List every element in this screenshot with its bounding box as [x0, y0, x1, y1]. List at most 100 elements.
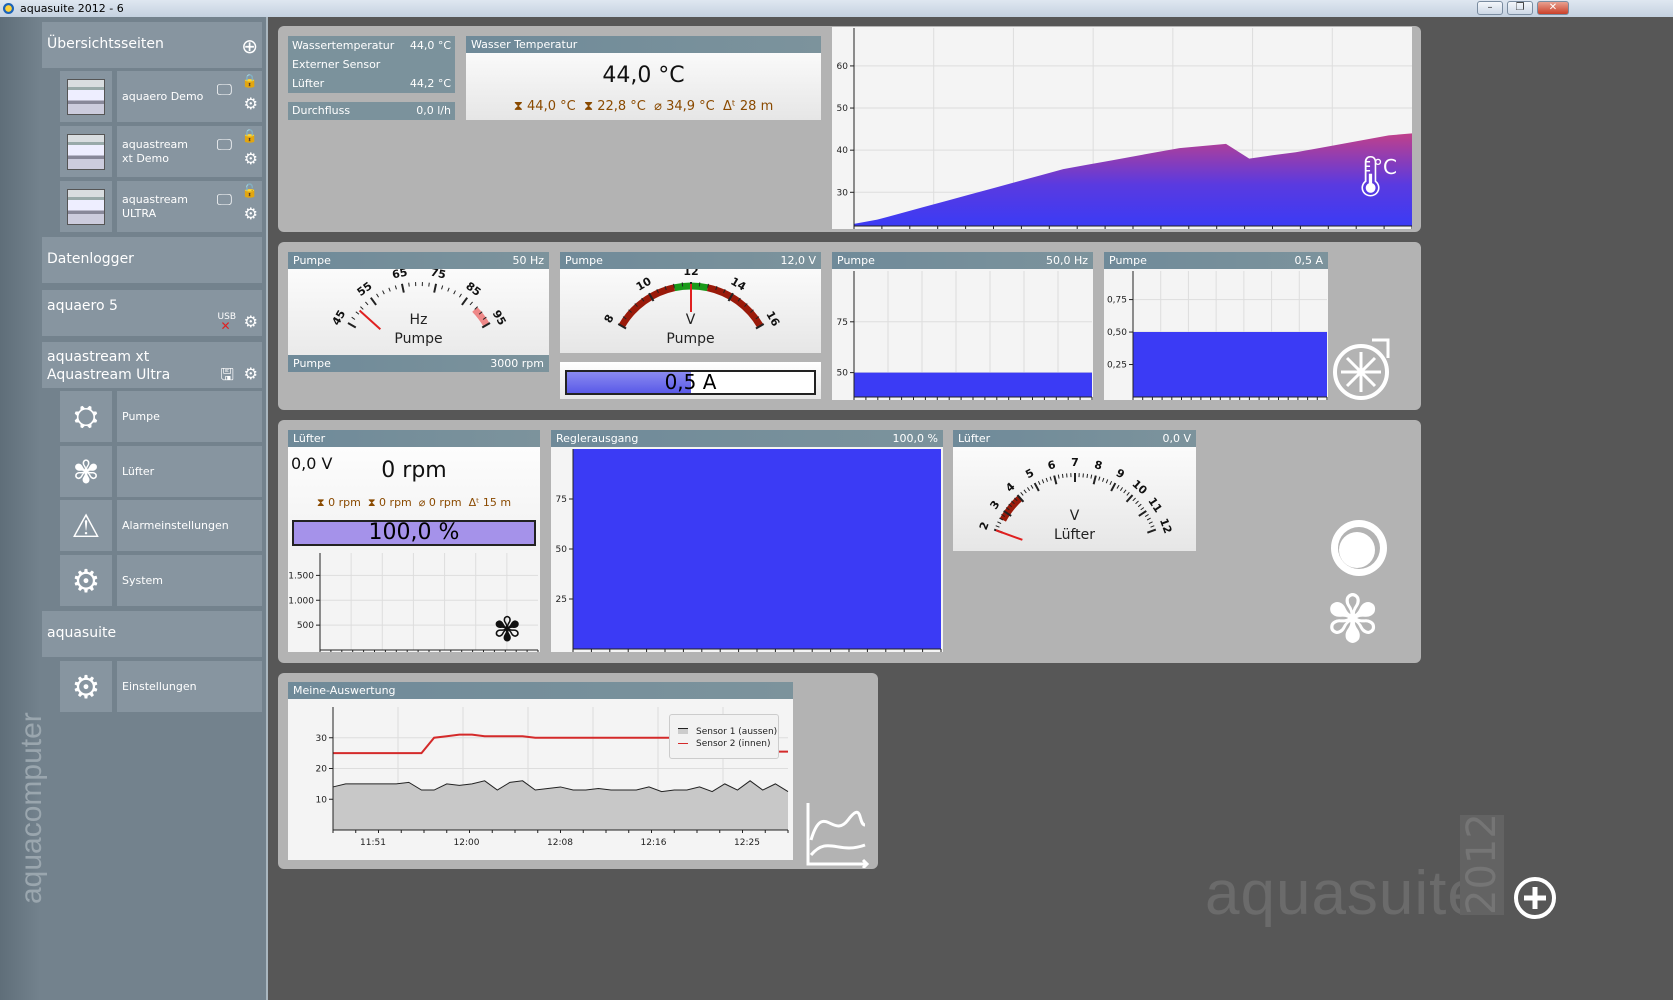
gear-icon[interactable]: ⚙: [244, 96, 258, 112]
controller-widget[interactable]: Reglerausgang 100,0 % 25 50 75: [551, 430, 943, 652]
x-tick-label: 12:00: [454, 838, 480, 848]
y-tick-label: 30: [316, 734, 328, 744]
sensor-row: Lüfter 44,2 °C: [292, 77, 451, 90]
flow-widget[interactable]: Durchfluss 0,0 l/h: [288, 102, 455, 120]
lock-icon[interactable]: 🔒: [242, 130, 258, 144]
gauge-tick: [1098, 476, 1101, 481]
add-button[interactable]: [1513, 876, 1557, 920]
gauge-tick: [447, 287, 450, 292]
section-label: aquastream xt Aquastream Ultra: [47, 349, 171, 383]
device-label: Lüfter: [117, 446, 262, 497]
sidebar-page-aquastream-xt-demo[interactable]: aquastream xt Demo 🖵 🔒 ⚙: [60, 126, 262, 177]
x-tick-label: 11:51: [360, 838, 386, 848]
series-area: [854, 372, 1092, 397]
water-temp-widget[interactable]: Wasser Temperatur 44,0 °C ⧗ 44,0 °C ⧗ 22…: [466, 36, 821, 120]
sensor-list[interactable]: Wassertemperatur 44,0 °C Externer Sensor …: [288, 36, 455, 93]
sensor-row: Externer Sensor: [292, 58, 381, 71]
y-tick-label: 75: [556, 495, 567, 505]
sidebar-device-fan[interactable]: ✾ Lüfter: [60, 446, 262, 497]
sidebar-page-aquaero-demo[interactable]: aquaero Demo 🖵 🔒 ⚙: [60, 71, 262, 122]
fan-voltage-gauge[interactable]: Lüfter 0,0 V 2 3 4 5 6 7 8 9 10 11 12 V Lüfter: [953, 430, 1196, 551]
thermometer-icon: 🌡︎ °C: [1345, 154, 1397, 200]
page-thumbnail: [67, 133, 105, 170]
gauge-tick-label: 4: [1003, 480, 1018, 495]
pump-voltage-gauge[interactable]: Pumpe 12,0 V 8 10 12 14 16 V Pumpe: [560, 252, 821, 353]
flow-value: 0,0 l/h: [416, 104, 451, 117]
gauge-tick: [469, 301, 473, 306]
water-temp-chart[interactable]: 30 40 50 60: [832, 27, 1412, 229]
unlock-icon[interactable]: 🔓: [242, 185, 258, 199]
section-label: aquaero 5: [47, 298, 118, 314]
gauge-tick: [1061, 473, 1064, 478]
close-button[interactable]: ✕: [1537, 1, 1569, 15]
gauge-tick: [1102, 477, 1105, 482]
y-tick-label: 500: [297, 621, 314, 631]
chart-legend: Sensor 1 (aussen) Sensor 2 (innen): [669, 714, 779, 759]
sidebar: Übersichtsseiten ⊕ aquaero Demo 🖵 🔒 ⚙ aquas…: [0, 17, 268, 1000]
sidebar-section-aquasuite[interactable]: aquasuite: [42, 611, 262, 657]
gauge-tick: [400, 283, 405, 293]
gauge-tick-label: 9: [1114, 466, 1127, 481]
sidebar-section-aquastream[interactable]: aquastream xt Aquastream Ultra 🖫 ⚙: [42, 342, 262, 388]
gauge-tick: [453, 290, 456, 295]
save-icon[interactable]: 🖫: [220, 364, 234, 391]
fan-stats: ⧗ 0 rpm ⧗ 0 rpm ⌀ 0 rpm Δᵗ 15 m: [316, 496, 512, 509]
gauge-tick-label: 65: [391, 269, 409, 281]
gauge-unit: V: [1069, 508, 1080, 524]
fan-widget[interactable]: Lüfter 0,0 V 0 rpm ⧗ 0 rpm ⧗ 0 rpm ⌀ 0 r…: [288, 430, 540, 652]
gauge-tick: [1023, 489, 1027, 494]
sidebar-section-overview[interactable]: Übersichtsseiten ⊕: [42, 22, 262, 68]
y-tick-label: 0,25: [1107, 361, 1127, 371]
lock-icon[interactable]: 🔒: [242, 75, 258, 89]
pump-hz-chart-widget[interactable]: Pumpe 50,0 Hz 50 75: [832, 252, 1093, 400]
fan-icon: ✾: [493, 610, 522, 650]
gear-icon[interactable]: ⚙: [244, 312, 258, 331]
section-label: aquasuite: [47, 625, 117, 641]
pump-a-chart-widget[interactable]: Pumpe 0,5 A 0,25 0,50 0,75: [1104, 252, 1328, 400]
y-tick-label: 50: [837, 369, 849, 379]
y-tick-label: 40: [837, 146, 849, 156]
gear-icon[interactable]: ⚙: [244, 206, 258, 222]
sidebar-device-system[interactable]: ⚙ System: [60, 555, 262, 606]
gear-icon[interactable]: ⚙: [244, 151, 258, 167]
sidebar-section-aquaero5[interactable]: aquaero 5 USB ✕ ⚙: [42, 290, 262, 336]
gauge-tick-label: 10: [1130, 477, 1150, 497]
gauge-tick: [1041, 479, 1045, 484]
minimize-button[interactable]: –: [1477, 1, 1503, 15]
gauge-tick-label: 75: [429, 269, 447, 281]
gauge-tick: [1109, 480, 1113, 486]
sidebar-section-datalogger[interactable]: Datenlogger: [42, 237, 262, 283]
gauge-unit: V: [685, 312, 696, 328]
aquasuite-watermark: aquasuite: [1205, 859, 1483, 928]
sidebar-device-pump[interactable]: ⛭ Pumpe: [60, 391, 262, 442]
gauge-tick-label: 5: [1023, 466, 1036, 481]
x-tick-label: 12:16: [641, 838, 667, 848]
pump-hz-gauge[interactable]: Pumpe 50 Hz 45 55 65 75 85 95 Hz Pumpe Pumpe 30…: [288, 252, 549, 372]
fan-icon: ✾: [1325, 581, 1381, 658]
device-label: Pumpe: [117, 391, 262, 442]
gauge-tick: [365, 301, 369, 306]
gears-icon: ⚙: [60, 661, 112, 712]
sidebar-page-aquastream-ultra[interactable]: aquastream ULTRA 🖵 🔓 ⚙: [60, 181, 262, 232]
settings-label: Einstellungen: [117, 661, 262, 712]
gauge-tick: [1053, 475, 1058, 485]
gauge-tick-label: 10: [634, 275, 654, 294]
sidebar-settings[interactable]: ⚙ Einstellungen: [60, 661, 262, 712]
pump-hz-chart: 50 75: [832, 269, 1093, 400]
maximize-button[interactable]: ❐: [1507, 1, 1533, 15]
gauge-tick: [1057, 474, 1060, 479]
y-tick-label: 60: [837, 62, 849, 72]
gauge-label: Pumpe: [666, 331, 715, 347]
controller-chart: 25 50 75: [551, 447, 943, 652]
gear-icon[interactable]: ⚙: [244, 364, 258, 383]
x-tick-label: 12:25: [734, 838, 760, 848]
analysis-widget[interactable]: Meine-Auswertung 10 20 30 11:51 12:00 12:08 12…: [288, 682, 793, 860]
sidebar-device-alarms[interactable]: ⚠ Alarmeinstellungen: [60, 500, 262, 551]
widget-title: Wasser Temperatur: [471, 38, 578, 51]
gauge-tick-label: 7: [1071, 456, 1079, 469]
device-label: System: [117, 555, 262, 606]
add-page-icon[interactable]: ⊕: [241, 34, 258, 58]
gauge-tick: [1135, 500, 1139, 505]
chart-icon: [806, 803, 869, 868]
gauge-tick-label: 12: [683, 269, 698, 278]
